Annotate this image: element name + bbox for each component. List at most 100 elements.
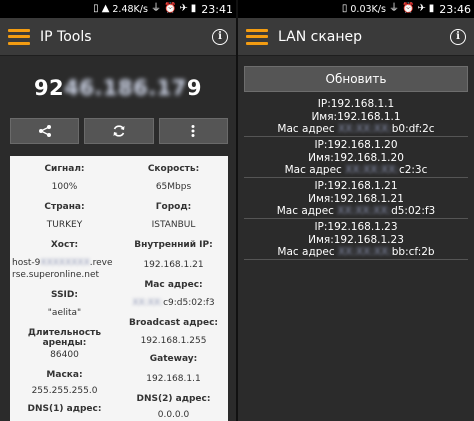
mac-suffix: bb:cf:2b (391, 246, 435, 258)
dns2-label: DNS(2) адрес: (136, 394, 211, 404)
usb-icon: ⏚ (150, 3, 161, 14)
signal-label: Сигнал: (44, 164, 85, 174)
info-icon[interactable]: i (212, 28, 228, 45)
battery-icon: ▮ (428, 3, 435, 14)
device-name: Имя:192.168.1.21 (308, 192, 404, 205)
mac-prefix: Мас адрес (284, 164, 342, 176)
host-label: Хост: (50, 240, 79, 250)
device-ip: IP:192.168.1.1 (317, 98, 395, 110)
city-value: ISTANBUL (151, 220, 196, 230)
ip-visible-suffix: 9 (186, 76, 203, 100)
lease-label: Длительность аренды: (27, 328, 102, 348)
mac-blurred: XX:XX:XX: (337, 205, 392, 217)
share-button[interactable] (10, 118, 80, 144)
mac-prefix: Мас адрес (276, 205, 334, 217)
device-mac: Мас адрес XX:XX:XX:bb:cf:2b (238, 246, 474, 259)
country-value: TURKEY (46, 220, 83, 230)
ip-visible-prefix: 92 (33, 76, 65, 100)
speed-value: 65Mbps (155, 182, 192, 192)
device-name: Имя:192.168.1.1 (311, 110, 401, 123)
clock: 23:41 (201, 2, 233, 16)
gateway-value: 192.168.1.1 (146, 374, 201, 384)
lease-value: 86400 (50, 350, 79, 360)
host-suffix: .reve (89, 258, 113, 268)
list-separator (244, 177, 468, 178)
device-ip: IP:192.168.1.21 (314, 180, 398, 192)
mac-prefix: Мас адрес (277, 123, 335, 135)
hamburger-menu-icon[interactable] (8, 28, 30, 45)
network-speed: 2.48K/s (112, 3, 148, 15)
mac-label: Мас адрес: (144, 280, 203, 290)
sim-icon: ▯ (93, 3, 99, 14)
ssid-value: "aelita" (47, 308, 82, 318)
share-icon (38, 125, 51, 137)
mac-blurred: XX:XX:XX: (345, 164, 399, 176)
mac-blurred: XX:XX:XX: (337, 123, 392, 135)
more-button[interactable] (158, 118, 228, 144)
hamburger-menu-icon[interactable] (246, 28, 268, 45)
mac-suffix: d5:02:f3 (391, 205, 436, 217)
host-visible: host-9 (12, 258, 41, 268)
device-mac: Мас адрес XX:XX:XX:d5:02:f3 (238, 205, 474, 218)
signal-icon: ▲ (101, 3, 110, 14)
dns2-value: 0.0.0.0 (157, 410, 190, 420)
mac-suffix: c2:3c (398, 164, 428, 176)
gateway-label: Gateway: (149, 354, 198, 364)
app-title: LAN сканер (278, 28, 363, 45)
clock: 23:46 (439, 2, 471, 16)
device-name: Имя:192.168.1.20 (308, 151, 404, 164)
app-title: IP Tools (40, 28, 92, 45)
speed-label: Скорость: (147, 164, 200, 174)
refresh-button[interactable] (84, 118, 154, 144)
airplane-icon: ✈ (417, 3, 426, 14)
broadcast-label: Broadcast адрес: (128, 318, 219, 328)
alarm-icon: ⏰ (163, 3, 177, 14)
external-ip: 9246.186.179 (0, 76, 236, 100)
internal-ip-value: 192.168.1.21 (143, 260, 204, 270)
refresh-icon (113, 125, 125, 137)
list-item[interactable]: IP:192.168.1.23 Имя:192.168.1.23 Мас адр… (238, 221, 474, 260)
status-bar: ▯ ▲ 2.48K/s ⏚ ⏰ ✈ ▮ 23:41 (0, 0, 236, 18)
status-bar: ▯ 0.03K/s ⏚ ⏰ ✈ ▮ 23:46 (238, 0, 474, 18)
more-vertical-icon (191, 125, 195, 137)
ip-tools-screen: ▯ ▲ 2.48K/s ⏚ ⏰ ✈ ▮ 23:41 IP Tools i 924… (0, 0, 236, 421)
list-item[interactable]: IP:192.168.1.1 Имя:192.168.1.1 Мас адрес… (238, 98, 474, 137)
device-ip: IP:192.168.1.20 (314, 139, 398, 151)
mac-blurred: XX:XX:XX: (337, 246, 392, 258)
list-separator (244, 136, 468, 137)
host-blurred: XXXXXXXX (40, 258, 90, 268)
host-value-line2: rse.superonline.net (12, 270, 100, 280)
list-separator (244, 259, 468, 260)
device-name: Имя:192.168.1.23 (308, 233, 404, 246)
host-value-line1: host-9XXXXXXXX.reve (10, 258, 119, 268)
lan-scanner-screen: ▯ 0.03K/s ⏚ ⏰ ✈ ▮ 23:46 LAN сканер i Обн… (238, 0, 474, 421)
alarm-icon: ⏰ (401, 3, 415, 14)
airplane-icon: ✈ (179, 3, 188, 14)
list-item[interactable]: IP:192.168.1.21 Имя:192.168.1.21 Мас адр… (238, 180, 474, 219)
list-item[interactable]: IP:192.168.1.20 Имя:192.168.1.20 Мас адр… (238, 139, 474, 178)
mac-blurred: XX:XX: (132, 298, 164, 308)
country-label: Страна: (44, 202, 85, 212)
mask-label: Маска: (46, 370, 83, 380)
app-bar: LAN сканер i (238, 18, 474, 56)
signal-value: 100% (51, 182, 78, 192)
refresh-button[interactable]: Обновить (244, 66, 468, 92)
mask-value: 255.255.255.0 (31, 386, 98, 396)
device-mac: Мас адрес XX:XX:XX:b0:df:2c (238, 123, 474, 136)
usb-icon: ⏚ (388, 3, 399, 14)
action-bar (10, 118, 228, 144)
battery-icon: ▮ (190, 3, 197, 14)
mac-suffix: c9:d5:02:f3 (163, 298, 215, 308)
network-speed: 0.03K/s (350, 3, 386, 15)
device-mac: Мас адрес XX:XX:XX:c2:3c (238, 164, 474, 177)
mac-value: XX:XX:c9:d5:02:f3 (119, 298, 228, 308)
city-label: Город: (155, 202, 192, 212)
broadcast-value: 192.168.1.255 (140, 336, 207, 346)
info-icon[interactable]: i (450, 28, 466, 45)
list-separator (244, 218, 468, 219)
mac-prefix: Мас адрес (277, 246, 335, 258)
mac-suffix: b0:df:2c (391, 123, 435, 135)
ip-blurred: 46.186.17 (64, 76, 187, 100)
sim-icon: ▯ (341, 3, 348, 14)
internal-ip-label: Внутренний IP: (134, 240, 213, 250)
